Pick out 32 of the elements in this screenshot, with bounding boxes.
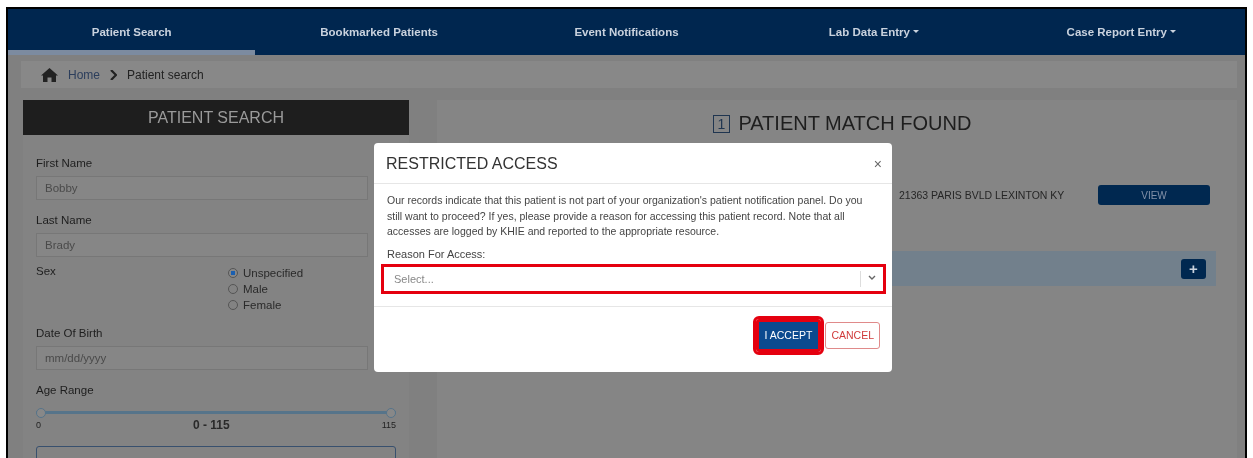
cancel-button[interactable]: CANCEL xyxy=(825,321,880,349)
nav-tab[interactable]: Lab Data Entry xyxy=(750,9,998,55)
scale-label: 0 xyxy=(36,420,41,430)
close-button[interactable]: × xyxy=(873,156,882,172)
add-button[interactable]: + xyxy=(1181,258,1206,279)
field-label: Age Range xyxy=(36,384,95,396)
results-heading: PATIENT MATCH FOUND xyxy=(738,112,972,135)
breadcrumb-current: Patient search xyxy=(127,67,204,82)
patient-address: 21363 PARIS BVLD LEXINTON KY xyxy=(899,189,1065,201)
accept-button[interactable]: I ACCEPT xyxy=(755,318,822,352)
slider-handle[interactable] xyxy=(36,408,46,418)
nav-tab[interactable]: Event Notifications xyxy=(502,9,751,55)
nav-tab[interactable]: Case Report Entry xyxy=(997,9,1245,55)
match-count: 1 xyxy=(712,114,731,133)
nav-tab[interactable]: Patient Search xyxy=(8,9,256,55)
range-reading: 0 - 115 xyxy=(192,418,230,432)
modal-title: RESTRICTED ACCESS xyxy=(386,155,558,173)
radio-option[interactable]: Female xyxy=(228,297,396,313)
view-button[interactable]: VIEW xyxy=(1098,185,1210,205)
field-label: Reason For Access: xyxy=(387,247,487,260)
reason-select[interactable]: Select... xyxy=(381,263,886,294)
nav-tab[interactable]: Bookmarked Patients xyxy=(255,9,503,55)
field-label: Sex xyxy=(36,265,57,279)
home-icon xyxy=(41,67,58,82)
chevron-right-icon xyxy=(110,69,117,80)
date-field[interactable]: mm/dd/yyyy xyxy=(36,346,368,370)
scale-label: 115 xyxy=(381,420,396,430)
field-label: Date Of Birth xyxy=(36,327,104,339)
panel-title: PATIENT SEARCH xyxy=(23,100,409,135)
slider-handle[interactable] xyxy=(386,408,396,418)
breadcrumb-link[interactable]: Home xyxy=(68,67,100,82)
modal-message: Our records indicate that this patient is not part of your organization's patient notification panel. Do you still want to proceed? If yes, please provide a reason for accessing this patient record. Note that all accesses are logged by KHIE and reported to the appropriate resource. xyxy=(387,193,864,239)
